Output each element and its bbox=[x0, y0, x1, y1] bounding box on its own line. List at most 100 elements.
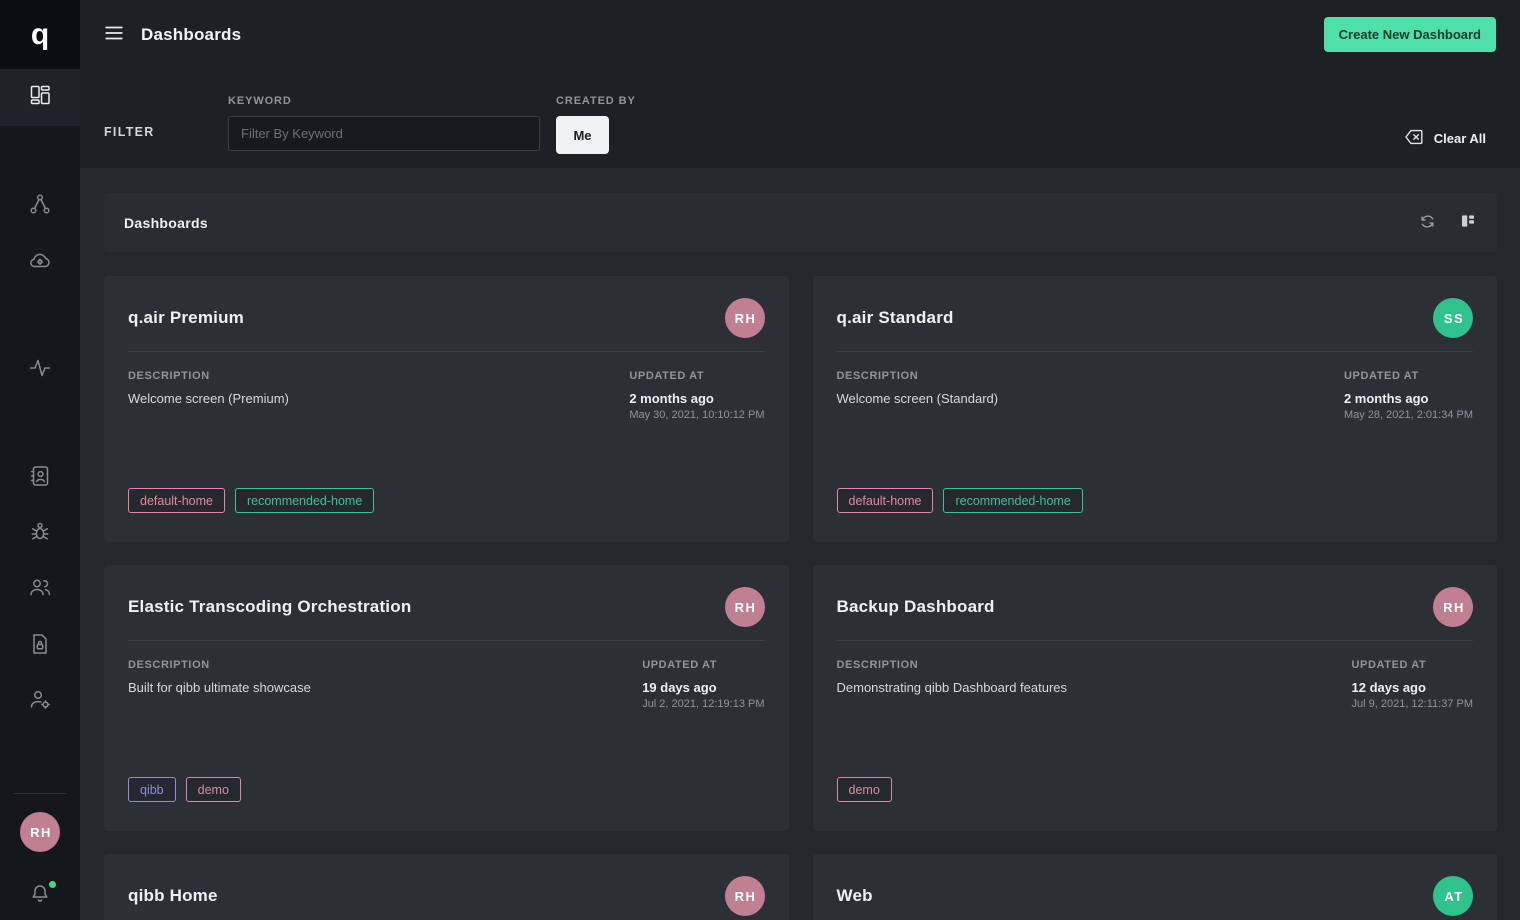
updated-absolute: Jul 9, 2021, 12:11:37 PM bbox=[1352, 698, 1474, 710]
card-title: q.air Premium bbox=[128, 308, 244, 328]
sidebar-item-activity[interactable] bbox=[0, 356, 80, 384]
clear-all-button[interactable]: Clear All bbox=[1403, 126, 1486, 151]
sidebar-item-dashboards[interactable] bbox=[0, 69, 80, 126]
description-label: DESCRIPTION bbox=[837, 659, 919, 671]
card-title: qibb Home bbox=[128, 886, 218, 906]
user-gear-icon bbox=[28, 687, 52, 716]
filter-bar: FILTER KEYWORD CREATED BY Me Clear All bbox=[80, 69, 1520, 168]
card-description: Welcome screen (Standard) bbox=[837, 391, 999, 406]
clear-filters-icon bbox=[1403, 126, 1425, 151]
card-tags: default-home recommended-home bbox=[837, 488, 1083, 513]
card-description: Welcome screen (Premium) bbox=[128, 391, 289, 406]
description-label: DESCRIPTION bbox=[128, 659, 210, 671]
card-divider bbox=[837, 640, 1474, 641]
card-tags: qibb demo bbox=[128, 777, 241, 802]
card-tags: default-home recommended-home bbox=[128, 488, 374, 513]
sidebar: q bbox=[0, 0, 80, 920]
updated-at-label: UPDATED AT bbox=[1352, 659, 1427, 671]
keyword-label: KEYWORD bbox=[228, 95, 540, 107]
refresh-button[interactable] bbox=[1418, 212, 1437, 234]
updated-absolute: May 28, 2021, 2:01:34 PM bbox=[1344, 409, 1473, 421]
filter-label: FILTER bbox=[104, 69, 228, 139]
nodes-icon bbox=[28, 192, 52, 221]
card-avatar: AT bbox=[1433, 876, 1473, 916]
app-logo[interactable]: q bbox=[0, 0, 80, 69]
card-divider bbox=[837, 351, 1474, 352]
user-avatar[interactable]: RH bbox=[20, 812, 60, 852]
updated-relative: 2 months ago bbox=[1344, 391, 1473, 406]
menu-button[interactable] bbox=[103, 22, 125, 47]
create-new-dashboard-button[interactable]: Create New Dashboard bbox=[1324, 17, 1496, 52]
main-content: Dashboards q.air Premium bbox=[80, 168, 1520, 920]
card-avatar: RH bbox=[1433, 587, 1473, 627]
file-lock-icon bbox=[28, 632, 52, 661]
updated-relative: 12 days ago bbox=[1352, 680, 1474, 695]
sidebar-item-nodes[interactable] bbox=[0, 192, 80, 220]
sidebar-item-secure-files[interactable] bbox=[0, 632, 80, 660]
sidebar-item-cloud-services[interactable] bbox=[0, 248, 80, 276]
tag-demo: demo bbox=[837, 777, 892, 802]
activity-icon bbox=[28, 356, 52, 385]
hamburger-icon bbox=[103, 22, 125, 47]
refresh-icon bbox=[1418, 212, 1437, 234]
sidebar-item-users[interactable] bbox=[0, 575, 80, 603]
sidebar-item-swarm[interactable] bbox=[0, 519, 80, 547]
card-avatar: RH bbox=[725, 876, 765, 916]
card-divider bbox=[128, 351, 765, 352]
panel-actions bbox=[1418, 212, 1477, 234]
card-title: Backup Dashboard bbox=[837, 597, 995, 617]
notification-dot bbox=[49, 881, 56, 888]
dashboard-card-backup-dashboard[interactable]: Backup Dashboard RH DESCRIPTION Demonstr… bbox=[813, 565, 1498, 831]
tag-demo: demo bbox=[186, 777, 241, 802]
topbar: Dashboards Create New Dashboard bbox=[80, 0, 1520, 69]
dashboard-card-qair-standard[interactable]: q.air Standard SS DESCRIPTION Welcome sc… bbox=[813, 276, 1498, 542]
card-title: q.air Standard bbox=[837, 308, 954, 328]
card-avatar: SS bbox=[1433, 298, 1473, 338]
card-avatar: RH bbox=[725, 298, 765, 338]
dashboard-icon bbox=[28, 83, 52, 112]
tag-default-home: default-home bbox=[128, 488, 225, 513]
updated-absolute: Jul 2, 2021, 12:19:13 PM bbox=[642, 698, 764, 710]
updated-relative: 19 days ago bbox=[642, 680, 764, 695]
description-label: DESCRIPTION bbox=[128, 370, 210, 382]
notifications-bell[interactable] bbox=[0, 882, 80, 910]
app-logo-letter: q bbox=[31, 20, 49, 50]
cloud-gear-icon bbox=[28, 248, 52, 277]
created-by-label: CREATED BY bbox=[556, 95, 636, 107]
dashboard-card-web[interactable]: Web AT bbox=[813, 854, 1498, 920]
app-root: q bbox=[0, 0, 1520, 920]
updated-relative: 2 months ago bbox=[629, 391, 764, 406]
tag-qibb: qibb bbox=[128, 777, 176, 802]
sidebar-item-contacts[interactable] bbox=[0, 464, 80, 492]
sidebar-divider bbox=[14, 793, 66, 794]
created-by-me-button[interactable]: Me bbox=[556, 116, 609, 154]
dashboard-card-qibb-home[interactable]: qibb Home RH bbox=[104, 854, 789, 920]
card-description: Built for qibb ultimate showcase bbox=[128, 680, 311, 695]
keyword-input[interactable] bbox=[228, 116, 540, 151]
sidebar-item-user-settings[interactable] bbox=[0, 687, 80, 715]
card-divider bbox=[128, 640, 765, 641]
contact-book-icon bbox=[28, 464, 52, 493]
tag-recommended-home: recommended-home bbox=[235, 488, 374, 513]
dashboard-card-qair-premium[interactable]: q.air Premium RH DESCRIPTION Welcome scr… bbox=[104, 276, 789, 542]
layout-toggle-button[interactable] bbox=[1459, 212, 1477, 233]
dashboard-grid: q.air Premium RH DESCRIPTION Welcome scr… bbox=[104, 276, 1497, 920]
card-description: Demonstrating qibb Dashboard features bbox=[837, 680, 1068, 695]
layout-grid-icon bbox=[1459, 212, 1477, 233]
dashboards-panel-header: Dashboards bbox=[104, 193, 1497, 252]
card-title: Web bbox=[837, 886, 873, 906]
card-title: Elastic Transcoding Orchestration bbox=[128, 597, 411, 617]
dashboard-card-elastic-transcoding[interactable]: Elastic Transcoding Orchestration RH DES… bbox=[104, 565, 789, 831]
updated-at-label: UPDATED AT bbox=[642, 659, 717, 671]
updated-at-label: UPDATED AT bbox=[629, 370, 704, 382]
card-avatar: RH bbox=[725, 587, 765, 627]
card-tags: demo bbox=[837, 777, 892, 802]
updated-absolute: May 30, 2021, 10:10:12 PM bbox=[629, 409, 764, 421]
clear-all-label: Clear All bbox=[1434, 131, 1486, 146]
updated-at-label: UPDATED AT bbox=[1344, 370, 1419, 382]
tag-default-home: default-home bbox=[837, 488, 934, 513]
keyword-field-group: KEYWORD bbox=[228, 95, 540, 151]
panel-title: Dashboards bbox=[124, 215, 208, 231]
page-title: Dashboards bbox=[141, 25, 241, 45]
created-by-field-group: CREATED BY Me bbox=[556, 95, 636, 154]
